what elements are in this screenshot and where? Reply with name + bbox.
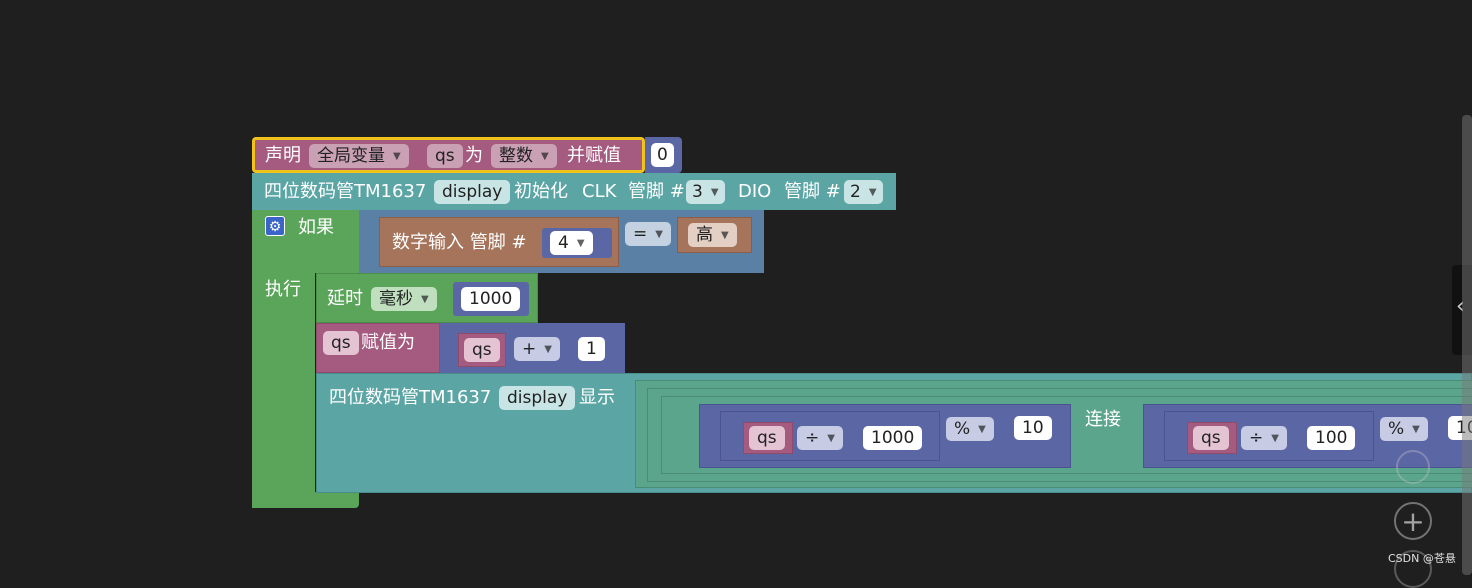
clk-pin-dropdown[interactable]: 3 ▼ [686, 180, 725, 204]
add-operator-dropdown[interactable]: + ▼ [514, 337, 560, 361]
dropdown-arrow-icon: ▼ [421, 294, 429, 305]
show-display-var-field[interactable]: display [499, 386, 576, 410]
clk-pin-label: 管脚 # [628, 181, 685, 202]
mod-value-block-1[interactable]: 10 [1010, 411, 1064, 445]
divide-var-field-2[interactable]: qs [1193, 426, 1229, 450]
dropdown-arrow-icon: ▼ [1271, 433, 1279, 444]
display-var-field[interactable]: display [434, 180, 511, 204]
dropdown-arrow-icon: ▼ [1412, 424, 1420, 435]
mod-value-field-1[interactable]: 10 [1014, 416, 1052, 440]
join-label: 连接 [1085, 409, 1121, 430]
dropdown-arrow-icon: ▼ [710, 187, 719, 198]
dropdown-arrow-icon: ▼ [393, 151, 401, 162]
high-low-block[interactable]: 高 ▼ [677, 217, 752, 253]
high-low-dropdown[interactable]: 高 ▼ [688, 223, 737, 247]
if-label: 如果 [298, 217, 334, 238]
delay-block[interactable]: 延时 毫秒 ▼ 1000 [316, 273, 538, 323]
divide-block-2[interactable]: qs ÷ ▼ 100 [1164, 411, 1374, 461]
divide-block-1[interactable]: qs ÷ ▼ 1000 [720, 411, 940, 461]
init-value-field[interactable]: 0 [651, 143, 674, 167]
reset-view-icon[interactable] [1396, 450, 1430, 484]
assign-label: 赋值为 [361, 332, 415, 353]
tm1637-init-block[interactable]: 四位数码管TM1637 display 初始化 CLK 管脚 # 3 ▼ DIO … [252, 173, 896, 210]
dropdown-arrow-icon: ▼ [721, 230, 729, 241]
init-value-block[interactable]: 0 [645, 137, 682, 173]
variable-name-field[interactable]: qs [427, 144, 463, 168]
tm1637-show-block[interactable]: 四位数码管TM1637 display 显示 qs ÷ ▼ 1000 % ▼ 10 … [316, 373, 1472, 493]
math-add-block[interactable]: qs + ▼ 1 [440, 323, 625, 373]
tm1637-label: 四位数码管TM1637 [264, 181, 427, 202]
mod-block-1[interactable]: qs ÷ ▼ 1000 % ▼ 10 [699, 404, 1071, 468]
show-tm1637-label: 四位数码管TM1637 [329, 387, 492, 408]
dropdown-arrow-icon: ▼ [541, 151, 549, 162]
divide-var-block-1[interactable]: qs [743, 422, 793, 454]
compare-block[interactable]: 数字输入 管脚 # 4 ▼ = ▼ 高 ▼ [359, 210, 764, 273]
init-label: 初始化 [514, 181, 568, 202]
do-label: 执行 [265, 279, 301, 300]
dropdown-arrow-icon: ▼ [978, 424, 986, 435]
dropdown-arrow-icon: ▼ [827, 433, 835, 444]
pin-number-block[interactable]: 4 ▼ [542, 228, 612, 258]
as-label: 为 [465, 145, 483, 166]
dio-label: DIO [738, 181, 772, 202]
watermark: CSDN @苍悬 [1388, 552, 1456, 565]
divide-var-block-2[interactable]: qs [1187, 422, 1237, 454]
assign-var-field[interactable]: qs [323, 331, 359, 355]
divide-operator-dropdown-2[interactable]: ÷ ▼ [1241, 426, 1287, 450]
zoom-in-icon[interactable]: + [1394, 502, 1432, 540]
dropdown-arrow-icon: ▼ [868, 187, 877, 198]
digital-pin-field[interactable]: 4 ▼ [550, 231, 593, 255]
type-dropdown[interactable]: 整数 ▼ [491, 144, 557, 168]
divisor-block-1[interactable]: 1000 [857, 422, 935, 454]
declare-variable-block[interactable]: 声明 全局变量 ▼ qs 为 整数 ▼ 并赋值 [252, 137, 645, 173]
delay-unit-dropdown[interactable]: 毫秒 ▼ [371, 287, 437, 311]
divisor-block-2[interactable]: 100 [1301, 422, 1369, 454]
show-label: 显示 [579, 387, 615, 408]
dropdown-arrow-icon: ▼ [576, 238, 585, 249]
expr-var-field[interactable]: qs [464, 338, 500, 362]
if-block-bottom [252, 492, 359, 508]
divisor-field-1[interactable]: 1000 [863, 426, 923, 450]
assign-label: 并赋值 [567, 145, 621, 166]
divisor-field-2[interactable]: 100 [1307, 426, 1356, 450]
dropdown-arrow-icon: ▼ [655, 229, 663, 240]
delay-value-field[interactable]: 1000 [461, 287, 521, 311]
divide-operator-dropdown-1[interactable]: ÷ ▼ [797, 426, 843, 450]
compare-operator-dropdown[interactable]: = ▼ [625, 222, 671, 246]
digital-read-label: 数字输入 管脚 # [392, 232, 527, 253]
assign-block[interactable]: qs 赋值为 [316, 323, 440, 373]
digital-read-block[interactable]: 数字输入 管脚 # 4 ▼ [379, 217, 619, 267]
mod-operator-dropdown-1[interactable]: % ▼ [946, 417, 994, 441]
scrollbar-vertical[interactable] [1462, 115, 1472, 575]
delay-value-block[interactable]: 1000 [453, 282, 529, 316]
if-block-arm [252, 273, 315, 495]
clk-label: CLK [582, 181, 617, 202]
dio-pin-dropdown[interactable]: 2 ▼ [844, 180, 883, 204]
dropdown-arrow-icon: ▼ [544, 344, 552, 355]
declare-label: 声明 [265, 145, 301, 166]
mod-operator-dropdown-2[interactable]: % ▼ [1380, 417, 1428, 441]
dio-pin-label: 管脚 # [784, 181, 841, 202]
add-value-field[interactable]: 1 [578, 337, 605, 361]
gear-icon[interactable]: ⚙ [265, 216, 285, 236]
scope-dropdown[interactable]: 全局变量 ▼ [309, 144, 409, 168]
delay-label: 延时 [327, 288, 363, 309]
expr-var-block[interactable]: qs [458, 333, 506, 367]
divide-var-field-1[interactable]: qs [749, 426, 785, 450]
